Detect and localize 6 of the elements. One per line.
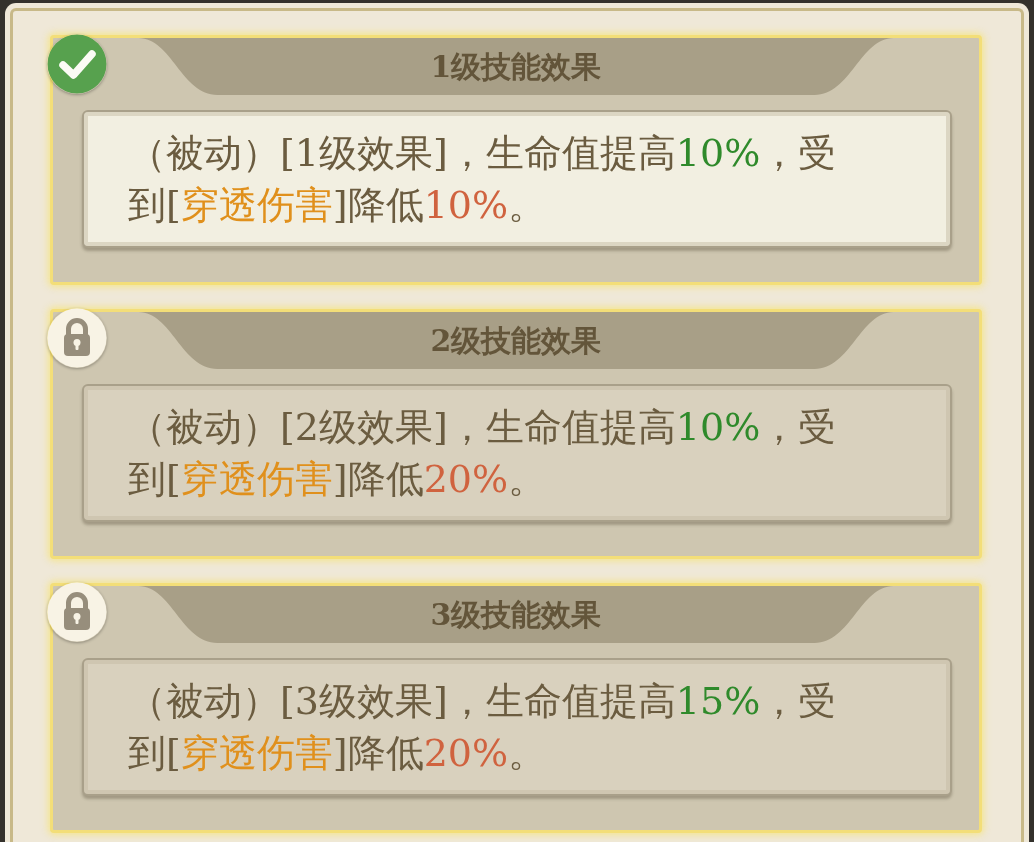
effect-description: （被动）[3级效果]，生命值提高15%，受到[穿透伤害]降低20%。: [128, 678, 838, 777]
effect-description: （被动）[1级效果]，生命值提高10%，受到[穿透伤害]降低10%。: [128, 130, 838, 229]
skill-level-title: 1级技能效果: [430, 51, 602, 82]
effect-description: （被动）[2级效果]，生命值提高10%，受到[穿透伤害]降低20%。: [128, 404, 838, 503]
skill-level-title: 2级技能效果: [430, 325, 602, 356]
skill-level-title: 3级技能效果: [430, 599, 602, 630]
